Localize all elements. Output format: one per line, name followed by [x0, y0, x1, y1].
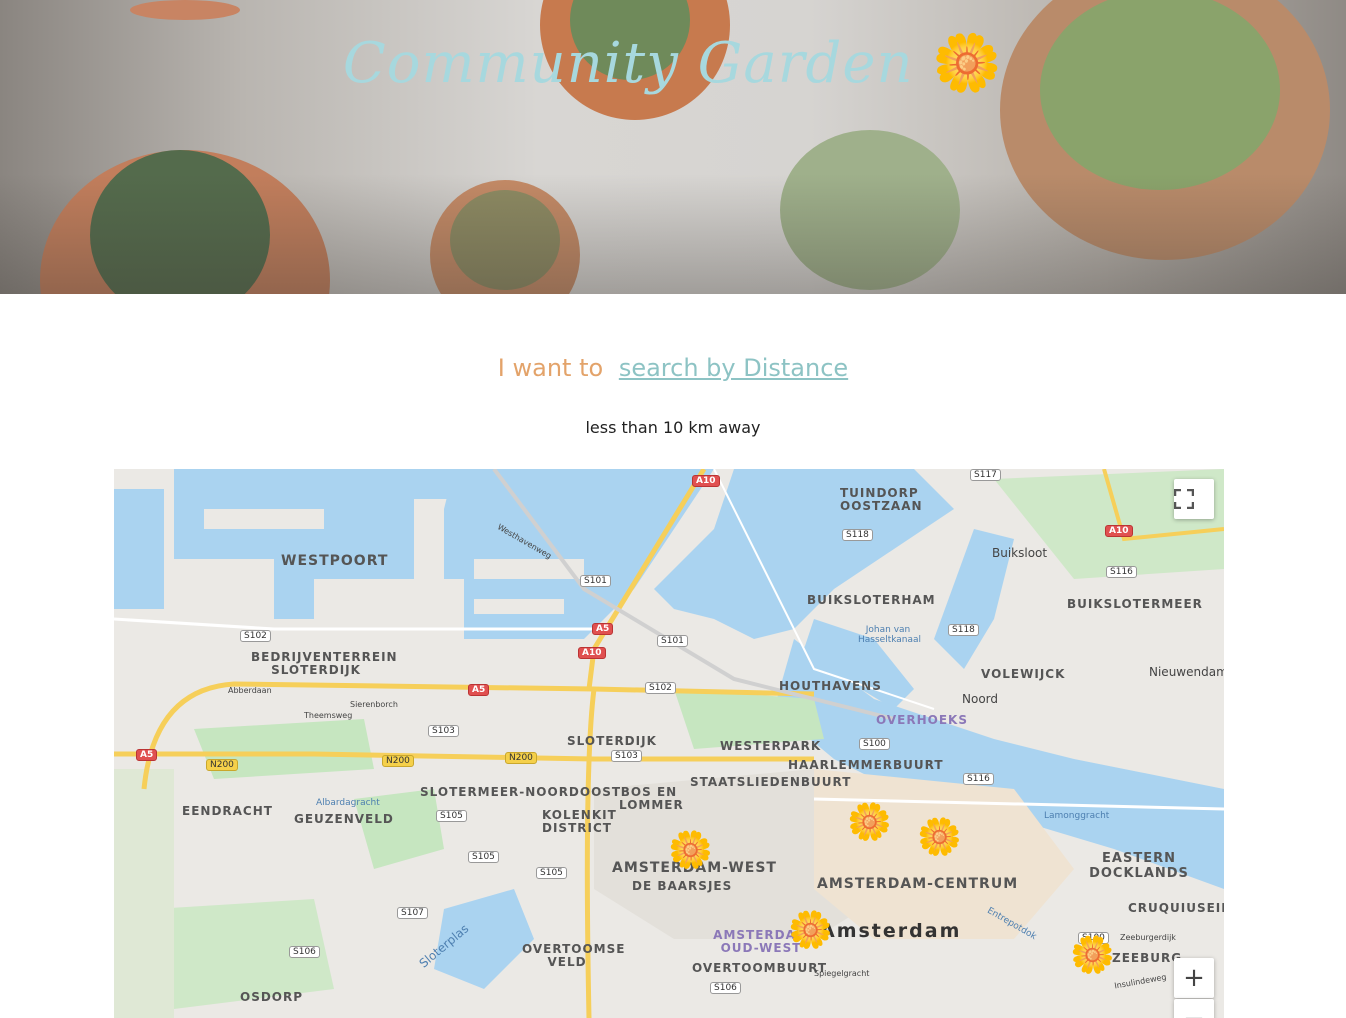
road-shield: A10	[692, 475, 720, 487]
road-shield: S117	[970, 469, 1001, 481]
road-shield: S107	[397, 907, 428, 919]
road-shield: A5	[468, 684, 490, 696]
map-street-label: Johan van Hasseltkanaal	[858, 625, 922, 645]
map-district-label-text: EASTERN DOCKLANDS	[1089, 851, 1189, 881]
garden-marker[interactable]: 🌼	[788, 913, 833, 949]
map-district-label: TUINDORP OOSTZAAN	[840, 486, 923, 513]
map-street-label: Zeeburgerdijk	[1120, 933, 1176, 942]
map-district-label: WESTERPARK	[720, 739, 822, 753]
road-shield: S105	[436, 810, 467, 822]
road-shield: A10	[578, 647, 606, 659]
plant-pot-decoration	[450, 190, 560, 290]
road-shield: S106	[710, 982, 741, 994]
search-lead-text: I want to	[497, 354, 604, 382]
road-shield: A10	[1105, 525, 1133, 537]
map-district-label-text: TUINDORP OOSTZAAN	[840, 486, 923, 513]
garden-marker[interactable]: 🌼	[847, 805, 892, 841]
map-district-label: BOS EN LOMMER	[619, 785, 684, 812]
map-street-label: Lamonggracht	[1044, 811, 1110, 821]
garden-marker[interactable]: 🌼	[917, 820, 962, 856]
road-shield: S118	[948, 624, 979, 636]
map-district-label: STAATSLIEDENBUURT	[690, 775, 852, 789]
map-district-label: DE BAARSJES	[632, 879, 733, 893]
road-shield: N200	[382, 755, 414, 767]
search-mode-dropdown[interactable]: search by Distance	[619, 354, 848, 382]
road-shield: S103	[611, 750, 642, 762]
map-water-label: Albardagracht	[316, 798, 380, 808]
map-place-label: Noord	[962, 692, 998, 706]
road-shield: S101	[657, 635, 688, 647]
plant-pot-decoration	[430, 180, 580, 294]
map-canvas	[114, 469, 1224, 1018]
road-shield: S103	[428, 725, 459, 737]
road-shield: N200	[206, 759, 238, 771]
road-shield: S116	[1106, 566, 1137, 578]
plant-pot-decoration	[780, 130, 960, 290]
road-shield: S118	[842, 529, 873, 541]
garden-marker[interactable]: 🌼	[1070, 938, 1115, 974]
zoom-out-button[interactable]: −	[1174, 999, 1214, 1018]
map-district-label: BEDRIJVENTERREIN SLOTERDIJK	[251, 650, 398, 677]
hero-banner: Community Garden 🌼	[0, 0, 1346, 294]
map-district-label: WESTPOORT	[281, 553, 389, 569]
road-shield: S105	[468, 851, 499, 863]
map-district-label: CRUQUIUSEIL	[1128, 901, 1224, 915]
road-shield: N200	[505, 752, 537, 764]
map-place-label: Abberdaan	[228, 686, 272, 695]
map-view[interactable]: WESTPOORT BEDRIJVENTERREIN SLOTERDIJK TU…	[114, 469, 1224, 1018]
road-shield: S101	[580, 575, 611, 587]
map-district-label: HAARLEMMERBUURT	[788, 758, 944, 772]
map-district-label: EASTERN DOCKLANDS	[1084, 851, 1194, 881]
map-district-label-text: BOS EN LOMMER	[619, 785, 684, 812]
map-district-label-text: KOLENKIT DISTRICT	[542, 808, 617, 835]
road-shield: A5	[592, 623, 614, 635]
distance-filter-text[interactable]: less than 10 km away	[0, 418, 1346, 437]
map-district-label: OSDORP	[240, 990, 304, 1004]
map-place-label: Theemsweg	[304, 711, 353, 720]
map-street-label: Spiegelgracht	[814, 969, 870, 978]
map-district-label: OVERTOOMSE VELD	[522, 942, 626, 969]
road-shield: S116	[963, 773, 994, 785]
road-shield: S105	[536, 867, 567, 879]
map-district-label: EENDRACHT	[182, 804, 273, 818]
zoom-in-button[interactable]: +	[1174, 958, 1214, 998]
map-place-label: Sierenborch	[350, 700, 398, 709]
garden-marker[interactable]: 🌼	[668, 833, 713, 869]
road-shield: S102	[645, 682, 676, 694]
map-district-label: GEUZENVELD	[294, 812, 394, 826]
fullscreen-icon	[1174, 489, 1194, 509]
map-district-label: ZEEBURG	[1112, 951, 1183, 965]
map-district-label: SLOTERMEER-NOORDOOST	[420, 785, 622, 799]
page-title-text: Community Garden	[342, 31, 914, 96]
map-place-label: Buiksloot	[992, 546, 1048, 560]
map-district-label: AMSTERDAM-CENTRUM	[817, 876, 1019, 892]
road-shield: S102	[240, 630, 271, 642]
map-district-label: OVERHOEKS	[876, 713, 968, 727]
map-district-label: BUIKSLOTERMEER	[1067, 597, 1203, 611]
map-district-label-text: OVERTOOMSE VELD	[522, 942, 626, 969]
map-district-label: SLOTERDIJK	[567, 734, 657, 748]
road-shield: A5	[136, 749, 158, 761]
map-district-label: OVERTOOMBUURT	[692, 961, 828, 975]
plant-pot-decoration	[130, 0, 240, 20]
map-district-label: VOLEWIJCK	[981, 667, 1066, 681]
map-city-label: Amsterdam	[820, 920, 962, 942]
flower-icon: 🌼	[932, 31, 1004, 96]
road-shield: S100	[859, 738, 890, 750]
map-district-label: BUIKSLOTERHAM	[807, 593, 936, 607]
map-district-label-text: BEDRIJVENTERREIN SLOTERDIJK	[251, 650, 398, 677]
search-controls: I want to search by Distance	[0, 354, 1346, 382]
fullscreen-button[interactable]	[1174, 479, 1214, 519]
map-district-label: HOUTHAVENS	[779, 679, 882, 693]
map-district-label: KOLENKIT DISTRICT	[542, 808, 617, 835]
page-title: Community Garden 🌼	[0, 30, 1346, 96]
road-shield: S106	[289, 946, 320, 958]
map-place-label: Nieuwendam	[1149, 665, 1224, 679]
